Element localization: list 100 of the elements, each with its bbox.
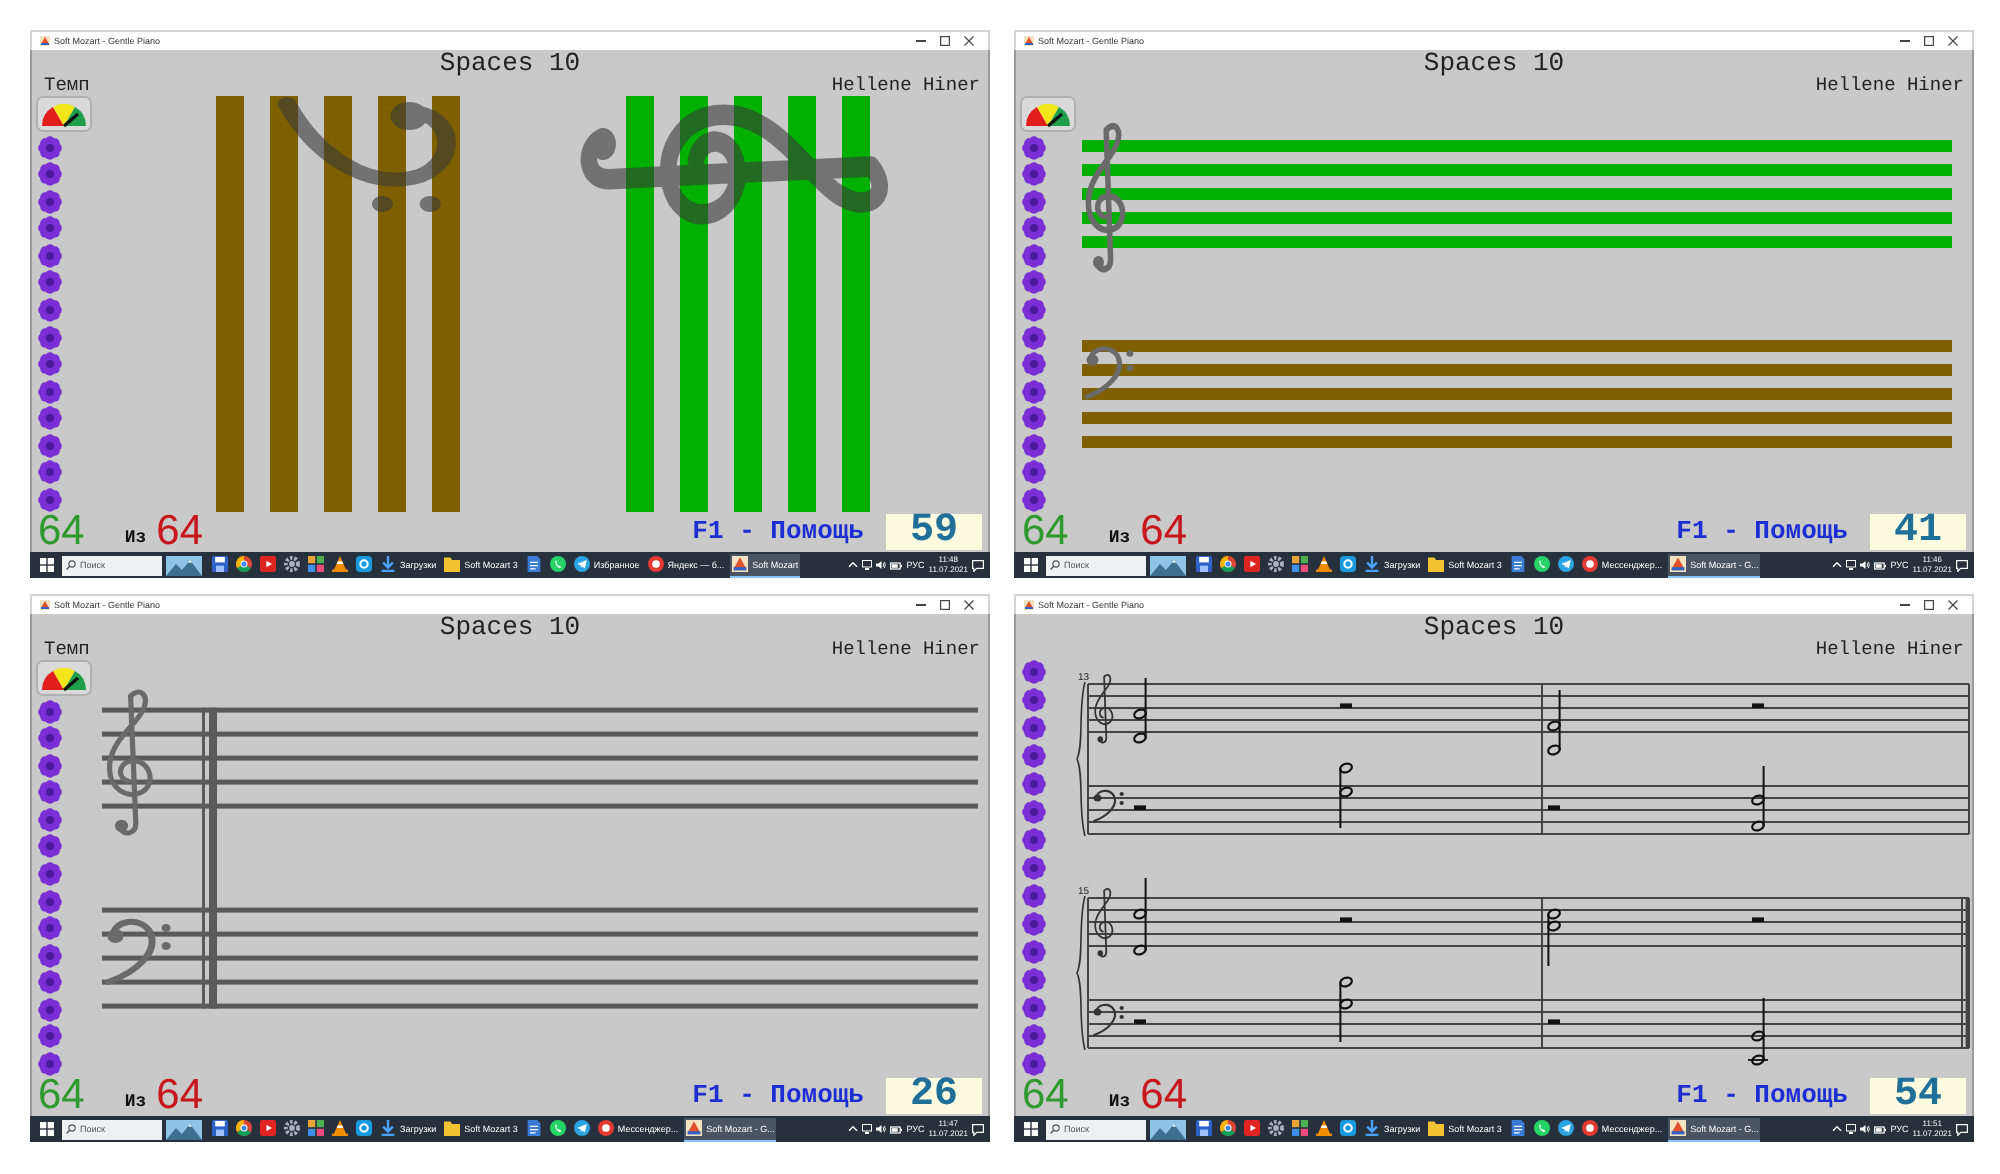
volume-icon[interactable] (876, 1124, 887, 1134)
notification-icon[interactable] (972, 559, 984, 571)
taskbar-button[interactable] (234, 553, 254, 577)
maximize-icon[interactable] (1924, 36, 1934, 46)
taskbar-button[interactable] (1555, 553, 1576, 577)
chevron-up-icon[interactable] (1832, 562, 1843, 568)
taskbar-button[interactable] (547, 1117, 568, 1141)
taskbar-button[interactable] (571, 1117, 592, 1141)
taskbar-button[interactable] (354, 1117, 374, 1141)
maximize-icon[interactable] (1924, 600, 1934, 610)
app-logo-icon (1024, 36, 1034, 46)
maximize-icon[interactable] (940, 600, 950, 610)
taskbar-button[interactable] (1242, 1117, 1262, 1141)
taskbar-button[interactable] (258, 1117, 278, 1141)
flower-icon (38, 861, 62, 886)
taskbar-button[interactable] (306, 553, 326, 577)
volume-icon[interactable] (1860, 560, 1871, 570)
start-icon[interactable] (1024, 558, 1038, 572)
chevron-up-icon[interactable] (848, 1126, 859, 1132)
battery-icon[interactable] (1874, 1125, 1887, 1133)
chevron-up-icon[interactable] (848, 562, 859, 568)
taskbar-button[interactable] (282, 553, 302, 577)
flower-icon (1022, 135, 1046, 160)
rounded-tile-icon (356, 556, 372, 572)
notification-icon[interactable] (1956, 559, 1968, 571)
taskbar-button[interactable] (1218, 553, 1238, 577)
close-icon[interactable] (964, 36, 974, 46)
tempo-dial-icon[interactable] (1020, 96, 1076, 132)
battery-icon[interactable] (1874, 561, 1887, 569)
taskbar-button[interactable] (210, 1117, 230, 1141)
flower-icon (38, 889, 62, 913)
taskbar-button[interactable] (1338, 1117, 1358, 1141)
taskbar-button[interactable] (523, 1117, 544, 1141)
landscape-icon[interactable] (166, 1119, 202, 1139)
gear-icon (1268, 556, 1284, 572)
landscape-icon[interactable] (1150, 1119, 1186, 1139)
taskbar-button[interactable] (1314, 1117, 1334, 1141)
close-icon[interactable] (1948, 36, 1958, 46)
battery-icon[interactable] (890, 1125, 903, 1133)
half-note-chord (1747, 997, 1769, 1066)
taskbar-button[interactable] (547, 553, 568, 577)
taskbar-button[interactable] (523, 553, 544, 577)
taskbar-button[interactable] (330, 1117, 350, 1141)
flower-icon (38, 325, 62, 349)
student-name: Hellene Hiner (1815, 76, 1964, 96)
taskbar-button[interactable] (1194, 1117, 1214, 1141)
of-label: Из (124, 528, 147, 548)
taskbar-button[interactable] (1338, 553, 1358, 577)
notification-icon[interactable] (972, 1123, 984, 1135)
taskbar-button[interactable] (1531, 1117, 1552, 1141)
flower-icon (38, 1024, 62, 1049)
landscape-icon[interactable] (166, 555, 202, 575)
flower-icon (38, 943, 62, 968)
start-icon[interactable] (40, 1122, 54, 1136)
taskbar-button[interactable] (1194, 553, 1214, 577)
chevron-up-icon[interactable] (1832, 1126, 1843, 1132)
volume-icon[interactable] (876, 560, 887, 570)
taskbar-button[interactable] (210, 553, 230, 577)
notification-icon[interactable] (1956, 1123, 1968, 1135)
download-icon (1364, 1120, 1380, 1136)
taskbar-button[interactable] (1507, 1117, 1528, 1141)
start-icon[interactable] (1024, 1122, 1038, 1136)
student-name: Hellene Hiner (831, 640, 980, 660)
tempo-dial-icon[interactable] (36, 660, 92, 696)
color-wheel-icon (1220, 1120, 1236, 1136)
taskbar-button[interactable] (1507, 553, 1528, 577)
volume-icon[interactable] (1860, 1124, 1871, 1134)
taskbar-button[interactable] (1314, 553, 1334, 577)
taskbar-button[interactable] (234, 1117, 254, 1141)
taskbar-button[interactable] (1266, 553, 1286, 577)
battery-icon[interactable] (890, 561, 903, 569)
taskbar-button[interactable] (1531, 553, 1552, 577)
network-icon[interactable] (1846, 1124, 1857, 1134)
close-icon[interactable] (964, 600, 974, 610)
taskbar-button[interactable] (354, 553, 374, 577)
tempo-dial-icon[interactable] (36, 96, 92, 132)
score-counter: 59 (886, 514, 982, 550)
start-icon[interactable] (40, 558, 54, 572)
rounded-tile-icon (1340, 1120, 1356, 1136)
flower-icon (38, 970, 62, 995)
cone-icon (332, 556, 348, 572)
taskbar-button[interactable] (330, 553, 350, 577)
close-icon[interactable] (1948, 600, 1958, 610)
taskbar-button[interactable] (282, 1117, 302, 1141)
round-logo-icon (1581, 1120, 1598, 1136)
taskbar-button[interactable] (1266, 1117, 1286, 1141)
flower-icon (1022, 744, 1046, 768)
taskbar-button[interactable] (1290, 1117, 1310, 1141)
taskbar-button[interactable] (1242, 553, 1262, 577)
maximize-icon[interactable] (940, 36, 950, 46)
taskbar-button[interactable] (1290, 553, 1310, 577)
bass-clef (105, 918, 171, 986)
network-icon[interactable] (1846, 560, 1857, 570)
network-icon[interactable] (862, 560, 873, 570)
landscape-icon[interactable] (1150, 555, 1186, 575)
taskbar-button[interactable] (1218, 1117, 1238, 1141)
taskbar-button[interactable] (1555, 1117, 1576, 1141)
network-icon[interactable] (862, 1124, 873, 1134)
taskbar-button[interactable] (258, 553, 278, 577)
taskbar-button[interactable] (306, 1117, 326, 1141)
